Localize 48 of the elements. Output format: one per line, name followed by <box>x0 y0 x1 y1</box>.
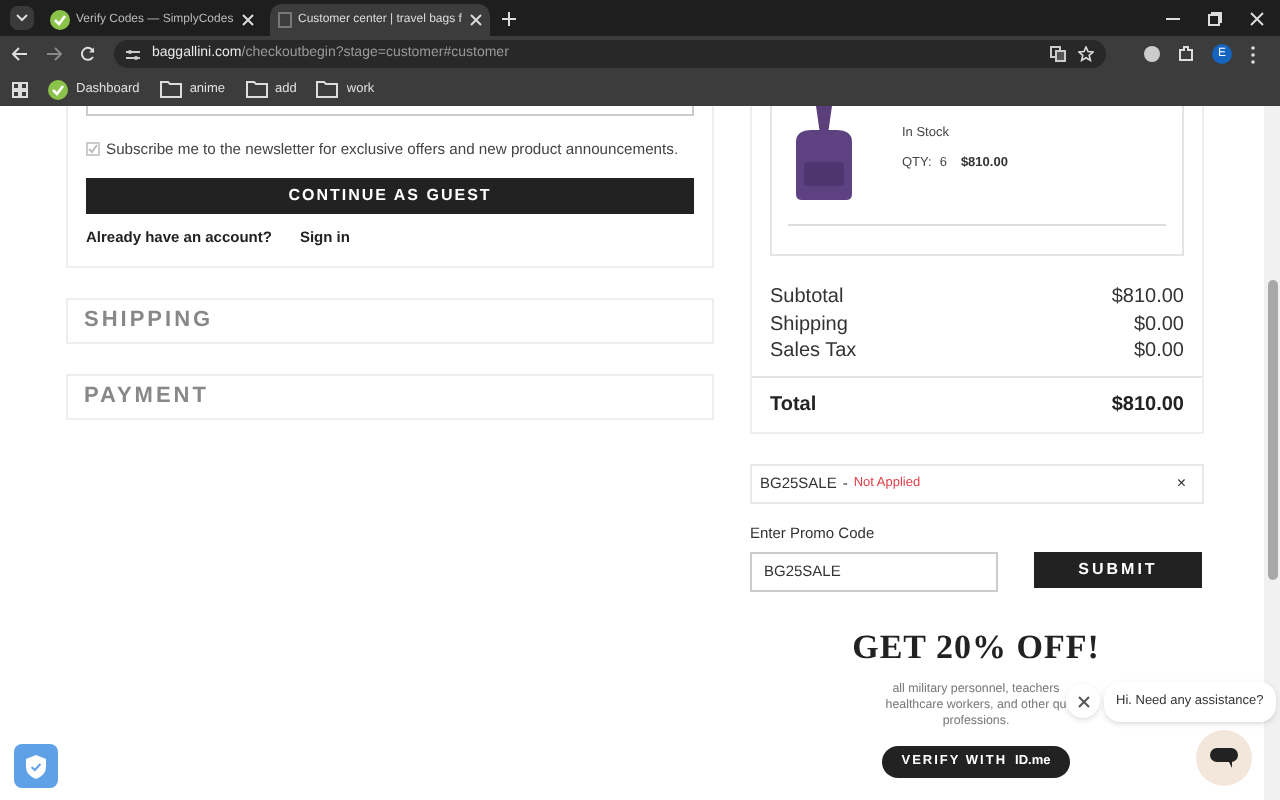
continue-as-guest-button[interactable]: CONTINUE AS GUEST <box>86 178 694 215</box>
sliders-icon <box>126 47 140 61</box>
check-logo-icon <box>50 10 70 30</box>
submit-button[interactable]: SUBMIT <box>1034 551 1202 588</box>
summary-label: Sales Tax <box>770 338 857 367</box>
back-arrow-icon[interactable] <box>12 46 28 62</box>
summary-label: Shipping <box>770 311 848 340</box>
star-icon[interactable] <box>1078 46 1094 62</box>
scrollbar-thumb[interactable] <box>1267 280 1277 580</box>
restore-icon[interactable] <box>1208 12 1222 26</box>
close-icon[interactable] <box>470 14 482 26</box>
forward-arrow-icon[interactable] <box>46 46 62 62</box>
page-icon <box>278 12 292 28</box>
summary-label: Subtotal <box>770 284 844 313</box>
translate-icon[interactable] <box>1050 46 1066 62</box>
close-icon[interactable] <box>242 14 254 26</box>
scrollbar[interactable] <box>1264 106 1280 800</box>
close-icon <box>1077 695 1089 707</box>
chat-launcher-button[interactable] <box>1196 730 1252 786</box>
newsletter-checkbox[interactable] <box>86 142 100 157</box>
summary-value: $810.00 <box>1111 284 1184 313</box>
total-label: Total <box>770 391 817 419</box>
folder-icon <box>245 80 268 98</box>
check-icon <box>88 144 98 155</box>
remove-coupon-button[interactable]: × <box>1176 471 1186 495</box>
minimize-icon[interactable] <box>1166 12 1180 26</box>
total-value: $810.00 <box>1111 391 1184 419</box>
folder-icon <box>159 80 182 98</box>
summary-value: $0.00 <box>1133 311 1184 340</box>
chat-close-button[interactable] <box>1066 684 1100 718</box>
speech-bubble-icon <box>1210 748 1238 768</box>
tab-search-button[interactable] <box>10 6 34 30</box>
folder-icon <box>316 80 339 98</box>
security-badge[interactable] <box>14 744 58 788</box>
offer-heading: GET 20% OFF! <box>852 625 1100 670</box>
more-menu-icon[interactable] <box>1250 45 1256 63</box>
checkout-section[interactable]: SHIPPING <box>66 298 714 344</box>
apps-grid-icon[interactable] <box>12 81 28 97</box>
close-icon[interactable] <box>1250 12 1264 26</box>
reload-icon[interactable] <box>80 46 96 62</box>
checkout-section[interactable]: PAYMENT <box>66 374 714 420</box>
email-field[interactable] <box>86 106 694 116</box>
check-logo-icon <box>48 79 68 99</box>
shield-check-icon <box>24 753 48 779</box>
puzzle-icon[interactable] <box>1178 46 1194 62</box>
chevron-down-icon <box>16 14 28 22</box>
new-tab-icon[interactable] <box>502 12 516 26</box>
summary-value: $0.00 <box>1133 338 1184 367</box>
